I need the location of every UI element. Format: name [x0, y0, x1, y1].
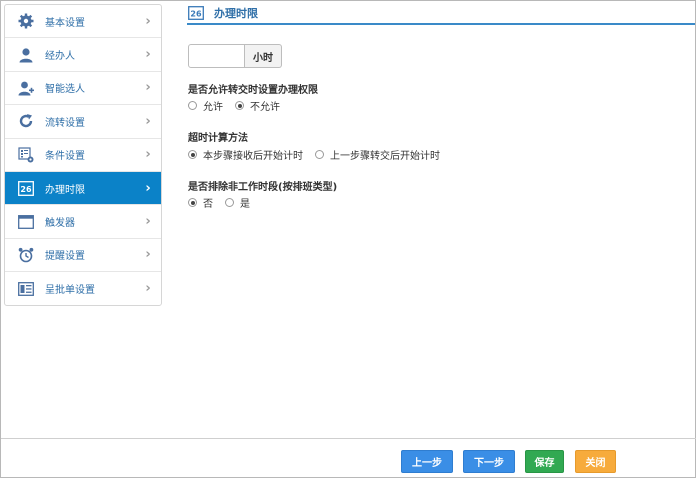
radio-circle[interactable]	[315, 150, 324, 159]
calendar-26-icon: 26	[188, 6, 204, 20]
close-button[interactable]: 关闭	[575, 450, 616, 473]
radio-no[interactable]: 否	[188, 195, 213, 210]
radio-circle[interactable]	[225, 198, 234, 207]
exclude-nonwork-radios: 否 是	[188, 195, 262, 210]
allow-set-permission-title: 是否允许转交时设置办理权限	[188, 85, 318, 96]
page-title: 办理时限	[214, 7, 258, 20]
hours-field-group: 小时	[188, 44, 282, 68]
radio-allow[interactable]: 允许	[188, 98, 223, 113]
chevron-right-icon: ›	[145, 113, 151, 129]
chevron-right-icon: ›	[145, 47, 151, 63]
calendar-number: 26	[190, 10, 202, 19]
chevron-right-icon: ›	[145, 13, 151, 29]
sidebar: 基本设置 › 经办人 › 智能选人 › 流转设置 › 条件设置 › 26 办理时…	[4, 4, 162, 306]
sidebar-item-label: 办理时限	[45, 184, 85, 196]
sidebar-item-label: 智能选人	[45, 84, 85, 96]
condition-grid-icon	[17, 146, 35, 164]
person-icon	[17, 46, 35, 64]
radio-after-prev-transfer[interactable]: 上一步骤转交后开始计时	[315, 147, 440, 162]
sidebar-item-label: 基本设置	[45, 17, 85, 29]
section-header: 26 办理时限	[187, 3, 695, 25]
sidebar-item-handler[interactable]: 经办人 ›	[5, 38, 161, 72]
footer-divider	[1, 438, 696, 439]
chevron-right-icon: ›	[145, 247, 151, 263]
sidebar-item-label: 条件设置	[45, 151, 85, 163]
prev-step-button[interactable]: 上一步	[401, 450, 453, 473]
sidebar-item-smart-select[interactable]: 智能选人 ›	[5, 72, 161, 106]
refresh-icon	[17, 112, 35, 130]
sidebar-item-label: 经办人	[45, 51, 75, 63]
sidebar-item-time-limit[interactable]: 26 办理时限 ›	[5, 171, 161, 206]
chevron-right-icon: ›	[145, 80, 151, 96]
radio-label: 上一步骤转交后开始计时	[330, 151, 440, 162]
radio-after-receive[interactable]: 本步骤接收后开始计时	[188, 147, 303, 162]
sidebar-item-approval-form-settings[interactable]: 呈批单设置 ›	[5, 272, 161, 305]
radio-label: 是	[240, 199, 250, 210]
main-panel: 26 办理时限 小时 是否允许转交时设置办理权限 允许 不允许 超时计算方法 本…	[187, 1, 695, 436]
save-button[interactable]: 保存	[525, 450, 564, 473]
exclude-nonwork-title: 是否排除非工作时段(按排班类型)	[188, 182, 338, 193]
sidebar-item-label: 提醒设置	[45, 251, 85, 263]
calendar-number: 26	[20, 185, 32, 194]
hours-unit-label: 小时	[245, 44, 282, 68]
sidebar-item-label: 呈批单设置	[45, 285, 95, 297]
window-icon	[17, 213, 35, 231]
radio-circle[interactable]	[188, 101, 197, 110]
window-frame: 基本设置 › 经办人 › 智能选人 › 流转设置 › 条件设置 › 26 办理时…	[0, 0, 696, 478]
radio-circle[interactable]	[235, 101, 244, 110]
sidebar-item-condition-settings[interactable]: 条件设置 ›	[5, 139, 161, 172]
radio-circle[interactable]	[188, 150, 197, 159]
chevron-right-icon: ›	[145, 214, 151, 230]
timeout-method-radios: 本步骤接收后开始计时 上一步骤转交后开始计时	[188, 147, 452, 162]
alarm-clock-icon	[17, 246, 35, 264]
radio-yes[interactable]: 是	[225, 195, 250, 210]
form-icon	[17, 280, 35, 298]
hours-input[interactable]	[188, 44, 245, 68]
chevron-right-icon: ›	[145, 147, 151, 163]
sidebar-item-reminder-settings[interactable]: 提醒设置 ›	[5, 239, 161, 273]
allow-set-permission-radios: 允许 不允许	[188, 98, 292, 113]
timeout-method-title: 超时计算方法	[188, 133, 248, 144]
gear-icon	[17, 12, 35, 30]
chevron-right-icon: ›	[145, 281, 151, 297]
sidebar-item-basic-settings[interactable]: 基本设置 ›	[5, 5, 161, 39]
sidebar-item-flow-settings[interactable]: 流转设置 ›	[5, 105, 161, 139]
radio-label: 否	[203, 199, 213, 210]
radio-disallow[interactable]: 不允许	[235, 98, 280, 113]
sidebar-item-trigger[interactable]: 触发器 ›	[5, 205, 161, 239]
person-add-icon	[17, 79, 35, 97]
chevron-right-icon: ›	[145, 180, 151, 196]
radio-circle[interactable]	[188, 198, 197, 207]
calendar-26-icon: 26	[17, 179, 35, 197]
radio-label: 本步骤接收后开始计时	[203, 151, 303, 162]
radio-label: 允许	[203, 102, 223, 113]
next-step-button[interactable]: 下一步	[463, 450, 515, 473]
sidebar-item-label: 触发器	[45, 218, 75, 230]
sidebar-item-label: 流转设置	[45, 117, 85, 129]
radio-label: 不允许	[250, 102, 280, 113]
